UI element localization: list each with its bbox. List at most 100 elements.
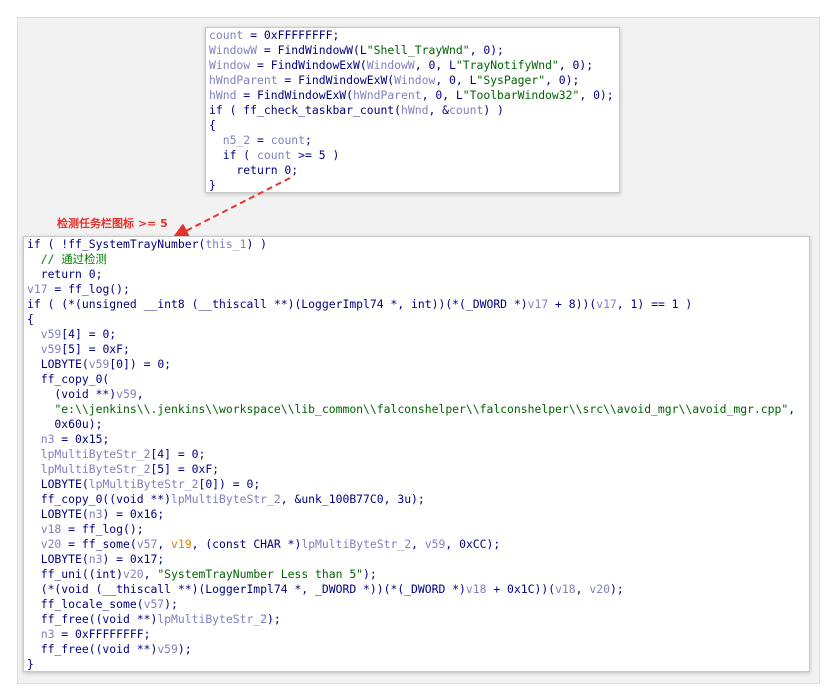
code-line: v18 = ff_log(); <box>27 522 806 537</box>
code-token: = <box>250 133 271 147</box>
code-token: [0]) = 0; <box>198 477 261 491</box>
identifier-token: lpMultiByteStr_2 <box>157 612 268 626</box>
identifier-token: count <box>257 148 292 162</box>
identifier-token: v18 <box>465 582 487 596</box>
identifier-token: lpMultiByteStr_2 <box>301 537 412 551</box>
identifier-token: v59 <box>40 342 62 356</box>
code-token: = 0xFFFFFFFF; <box>54 627 151 641</box>
string-literal-token: "ToolbarWindow32" <box>462 88 580 102</box>
code-line: hWnd = FindWindowExW(hWndParent, 0, L"To… <box>209 88 616 103</box>
code-token: [0]) = 0; <box>109 357 172 371</box>
code-token: ff_free((void **) <box>27 612 158 626</box>
code-line: lpMultiByteStr_2[5] = 0xF; <box>27 462 806 477</box>
identifier-token: v17 <box>527 297 549 311</box>
code-token: , <box>411 537 425 551</box>
highlighted-identifier-token: v19 <box>171 537 192 551</box>
identifier-token: n3 <box>40 627 55 641</box>
identifier-token: lpMultiByteStr_2 <box>88 477 199 491</box>
identifier-token: v18 <box>555 582 576 596</box>
code-token: = 0xFFFFFFFF; <box>243 28 340 42</box>
code-token: ) = 0x17; <box>102 552 165 566</box>
identifier-token: hWndParent <box>209 73 278 87</box>
code-token: [4] = 0; <box>150 447 206 461</box>
code-token: , & <box>428 103 450 117</box>
code-line: WindowW = FindWindowW(L"Shell_TrayWnd", … <box>209 43 616 58</box>
code-line: { <box>27 312 806 327</box>
code-token: = ff_log(); <box>61 522 144 536</box>
code-token: , (const CHAR *) <box>191 537 302 551</box>
code-token: ); <box>164 597 178 611</box>
code-token: ); <box>609 582 624 596</box>
code-line: (*(void (__thiscall **)(LoggerImpl74 *, … <box>27 582 806 597</box>
code-token: ); <box>363 567 377 581</box>
comment-token: // 通过检测 <box>40 252 107 266</box>
code-token: return 0; <box>27 267 103 281</box>
code-token: , 0xCC); <box>445 537 501 551</box>
identifier-token: Window <box>394 73 436 87</box>
string-literal-token: "SystemTrayNumber Less than 5" <box>157 567 364 581</box>
code-line: { <box>209 118 616 133</box>
identifier-token: v17 <box>27 282 48 296</box>
identifier-token: n3 <box>88 552 103 566</box>
code-token: ) ) <box>246 237 268 251</box>
code-line: ff_free((void **)v59); <box>27 642 806 657</box>
identifier-token: v59 <box>157 642 178 656</box>
identifier-token: v20 <box>589 582 610 596</box>
code-token: + 8))( <box>548 297 597 311</box>
code-token: , 0); <box>558 58 594 72</box>
code-line: n3 = 0x15; <box>27 432 806 447</box>
code-line: return 0; <box>209 163 616 178</box>
code-line: count = 0xFFFFFFFF; <box>209 28 616 43</box>
code-token: ff_uni((int) <box>27 567 124 581</box>
code-token: , &unk_100B77C0, 3u); <box>280 492 425 506</box>
code-line: Window = FindWindowExW(WindowW, 0, L"Tra… <box>209 58 616 73</box>
code-token: ff_locale_some( <box>27 597 144 611</box>
code-token: = ff_log(); <box>47 282 130 296</box>
code-token: = FindWindowW(L <box>257 43 367 57</box>
code-line: "e:\\jenkins\\.jenkins\\workspace\\lib_c… <box>27 402 806 417</box>
code-line: lpMultiByteStr_2[4] = 0; <box>27 447 806 462</box>
identifier-token: count <box>209 28 244 42</box>
code-token: , <box>575 582 590 596</box>
code-token: = FindWindowExW( <box>277 73 395 87</box>
code-line: ff_copy_0( <box>27 372 806 387</box>
code-token: { <box>27 312 34 326</box>
code-token: , <box>136 387 144 401</box>
code-token: = FindWindowExW( <box>250 58 367 72</box>
code-token: , 0, L <box>414 58 456 72</box>
identifier-token: n3 <box>40 432 55 446</box>
identifier-token: lpMultiByteStr_2 <box>40 447 151 461</box>
code-token: [5] = 0xF; <box>61 342 130 356</box>
code-token: { <box>209 118 216 132</box>
code-line: v59[4] = 0; <box>27 327 806 342</box>
identifier-token: Window <box>209 58 251 72</box>
code-token: , 0); <box>545 73 580 87</box>
code-token: = ff_some( <box>61 537 137 551</box>
identifier-token: v59 <box>424 537 446 551</box>
code-token: LOBYTE( <box>27 552 89 566</box>
code-token: ) = 0x16; <box>102 507 165 521</box>
identifier-token: count <box>449 103 484 117</box>
code-snippet-taskbar-check: count = 0xFFFFFFFF; WindowW = FindWindowW… <box>205 27 620 193</box>
code-line: ff_locale_some(v57); <box>27 597 806 612</box>
code-token: LOBYTE( <box>27 357 89 371</box>
identifier-token: v20 <box>123 567 144 581</box>
code-token: } <box>27 657 34 671</box>
annotation-label: 检测任务栏图标 >= 5 <box>57 217 168 230</box>
code-token: , 0, L <box>435 73 477 87</box>
code-line: if ( (*(unsigned __int8 (__thiscall **)(… <box>27 297 806 312</box>
code-token: , <box>157 537 172 551</box>
code-line: LOBYTE(lpMultiByteStr_2[0]) = 0; <box>27 477 806 492</box>
code-line: ff_copy_0((void **)lpMultiByteStr_2, &un… <box>27 492 806 507</box>
identifier-token: hWnd <box>401 103 429 117</box>
code-token: ); <box>267 612 281 626</box>
code-token: , 0, L <box>421 88 463 102</box>
code-line: if ( ff_check_taskbar_count(hWnd, &count… <box>209 103 616 118</box>
code-line: n3 = 0xFFFFFFFF; <box>27 627 806 642</box>
